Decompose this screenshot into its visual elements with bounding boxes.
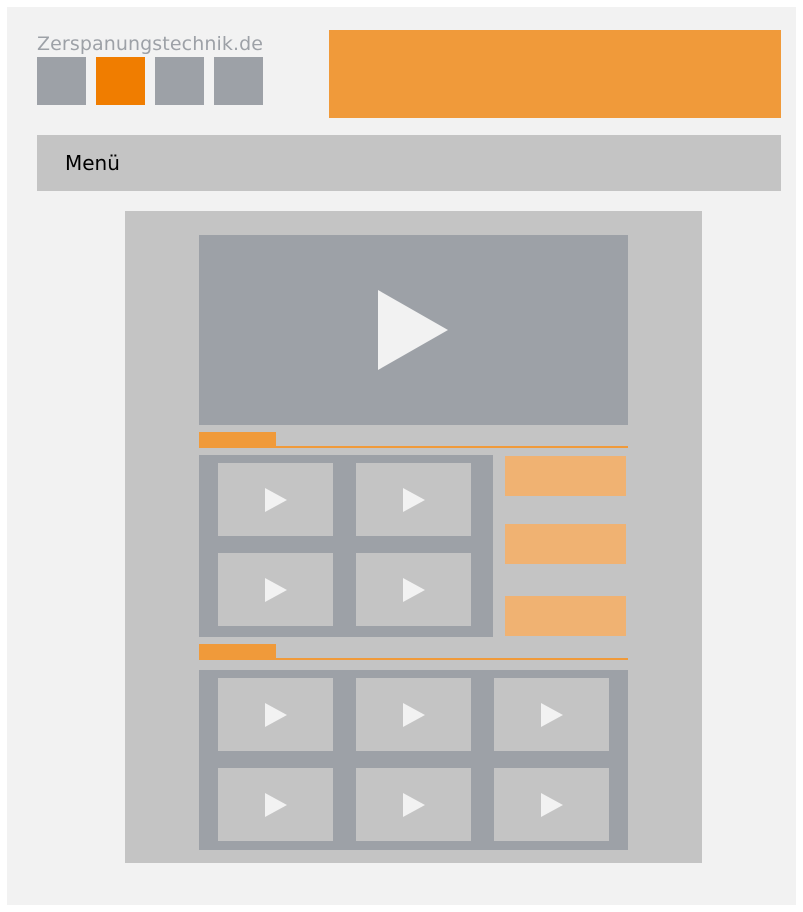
play-icon[interactable]: [265, 703, 287, 727]
side-item-1[interactable]: [505, 456, 626, 496]
play-icon[interactable]: [403, 793, 425, 817]
video-thumbnail[interactable]: [494, 768, 609, 841]
play-icon[interactable]: [265, 793, 287, 817]
video-grid-1: [199, 455, 493, 637]
header-banner[interactable]: [329, 30, 781, 118]
video-grid-2: [199, 670, 628, 850]
play-icon[interactable]: [403, 488, 425, 512]
play-icon[interactable]: [541, 793, 563, 817]
language-box-2[interactable]: [96, 57, 145, 105]
play-icon[interactable]: [265, 488, 287, 512]
language-box-4[interactable]: [214, 57, 263, 105]
main-video-player[interactable]: [199, 235, 628, 425]
section-tab-1: [199, 432, 276, 446]
video-thumbnail[interactable]: [356, 463, 471, 536]
video-thumbnail[interactable]: [494, 678, 609, 751]
language-box-3[interactable]: [155, 57, 204, 105]
section-divider-2: [199, 658, 628, 660]
video-thumbnail[interactable]: [218, 678, 333, 751]
play-icon[interactable]: [541, 703, 563, 727]
video-thumbnail[interactable]: [356, 768, 471, 841]
section-divider-1: [199, 446, 628, 448]
video-thumbnail[interactable]: [218, 768, 333, 841]
video-thumbnail[interactable]: [356, 678, 471, 751]
play-icon[interactable]: [265, 578, 287, 602]
language-box-1[interactable]: [37, 57, 86, 105]
play-icon[interactable]: [378, 290, 448, 370]
side-item-3[interactable]: [505, 596, 626, 636]
play-icon[interactable]: [403, 703, 425, 727]
site-logo-text[interactable]: Zerspanungstechnik.de: [37, 33, 263, 55]
video-thumbnail[interactable]: [356, 553, 471, 626]
section-tab-2: [199, 644, 276, 658]
menu-bar[interactable]: Menü: [37, 135, 781, 191]
side-item-2[interactable]: [505, 524, 626, 564]
menu-label[interactable]: Menü: [65, 151, 120, 175]
play-icon[interactable]: [403, 578, 425, 602]
video-thumbnail[interactable]: [218, 463, 333, 536]
video-thumbnail[interactable]: [218, 553, 333, 626]
